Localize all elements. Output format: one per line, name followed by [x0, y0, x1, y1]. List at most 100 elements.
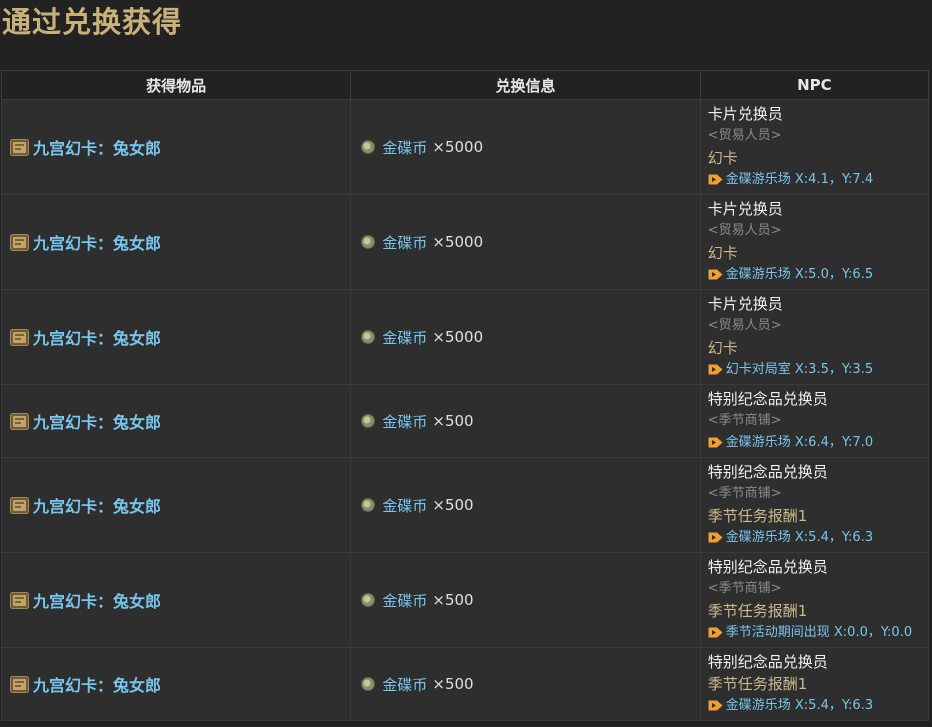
exchange-cell: 金碟币 ×500 [350, 552, 701, 648]
card-item-icon [10, 412, 29, 430]
column-header-npc: NPC [699, 70, 930, 100]
npc-location-link[interactable]: 幻卡对局室 X:3.5，Y:3.5 [708, 359, 928, 381]
gold-coin-icon [361, 140, 376, 154]
npc-name-link[interactable]: 特别纪念品兑换员 [708, 556, 928, 578]
npc-location-text: 季节活动期间出现 X:0.0，Y:0.0 [725, 624, 913, 640]
map-marker-tag-icon [708, 269, 723, 280]
npc-location-link[interactable]: 金碟游乐场 X:6.4，Y:7.0 [708, 432, 928, 454]
column-header-exchange: 兑换信息 [350, 70, 701, 100]
exchange-amount: ×500 [432, 496, 474, 514]
exchange-cell: 金碟币 ×5000 [350, 99, 701, 195]
currency-link[interactable]: 金碟币 [382, 495, 427, 516]
exchange-cell: 金碟币 ×500 [350, 384, 701, 458]
table-row: 九宫幻卡：兔女郎 金碟币 ×5000 卡片兑换员 <贸易人员> 幻卡 [0, 99, 930, 195]
npc-shop-category: 季节任务报酬1 [707, 506, 808, 525]
npc-shop-category: 季节任务报酬1 [707, 601, 808, 620]
currency-link[interactable]: 金碟币 [382, 411, 427, 432]
gold-coin-icon [361, 414, 376, 428]
card-item-icon [10, 328, 29, 346]
card-item-icon [10, 138, 29, 156]
npc-cell: 特别纪念品兑换员 <季节商铺> 金碟游乐场 X:6.4，Y:7.0 [699, 384, 930, 458]
map-marker-tag-icon [708, 627, 723, 638]
npc-role: <季节商铺> [707, 485, 782, 501]
currency-link[interactable]: 金碟币 [382, 590, 427, 611]
currency-link[interactable]: 金碟币 [382, 137, 427, 158]
npc-role: <季节商铺> [707, 580, 782, 596]
npc-location-link[interactable]: 金碟游乐场 X:5.4，Y:6.3 [708, 527, 928, 549]
table-row: 九宫幻卡：兔女郎 金碟币 ×500 特别纪念品兑换员 季节任务报酬1 金碟游乐场… [0, 647, 930, 721]
item-cell: 九宫幻卡：兔女郎 [0, 384, 352, 458]
item-link[interactable]: 九宫幻卡：兔女郎 [33, 409, 161, 433]
npc-location-text: 金碟游乐场 X:6.4，Y:7.0 [725, 434, 874, 450]
npc-location-text: 金碟游乐场 X:5.4，Y:6.3 [725, 697, 874, 713]
npc-location-link[interactable]: 金碟游乐场 X:5.4，Y:6.3 [708, 695, 928, 717]
npc-name-link[interactable]: 卡片兑换员 [708, 198, 928, 220]
npc-name-link[interactable]: 特别纪念品兑换员 [708, 651, 928, 673]
npc-location-text: 幻卡对局室 X:3.5，Y:3.5 [725, 361, 874, 377]
currency-link[interactable]: 金碟币 [382, 327, 427, 348]
card-item-icon [10, 591, 29, 609]
map-marker-tag-icon [708, 364, 723, 375]
card-item-icon [10, 496, 29, 514]
item-cell: 九宫幻卡：兔女郎 [0, 99, 352, 195]
npc-shop-category: 幻卡 [707, 338, 738, 357]
exchange-amount: ×5000 [432, 328, 484, 346]
npc-name-link[interactable]: 特别纪念品兑换员 [708, 461, 928, 483]
npc-location-link[interactable]: 金碟游乐场 X:5.0，Y:6.5 [708, 264, 928, 286]
map-marker-tag-icon [708, 532, 723, 543]
table-row: 九宫幻卡：兔女郎 金碟币 ×500 特别纪念品兑换员 <季节商铺> 季节任务报酬… [0, 457, 930, 553]
exchange-amount: ×5000 [432, 233, 484, 251]
map-marker-tag-icon [708, 437, 723, 448]
npc-cell: 卡片兑换员 <贸易人员> 幻卡 金碟游乐场 X:5.0，Y:6.5 [699, 194, 930, 290]
gold-coin-icon [361, 235, 376, 249]
item-link[interactable]: 九宫幻卡：兔女郎 [33, 230, 161, 254]
table-row: 九宫幻卡：兔女郎 金碟币 ×500 特别纪念品兑换员 <季节商铺> 金碟游乐场 … [0, 384, 930, 458]
card-item-icon [10, 675, 29, 693]
card-item-icon [10, 233, 29, 251]
item-link[interactable]: 九宫幻卡：兔女郎 [33, 672, 161, 696]
npc-cell: 特别纪念品兑换员 季节任务报酬1 金碟游乐场 X:5.4，Y:6.3 [699, 647, 930, 721]
item-cell: 九宫幻卡：兔女郎 [0, 457, 352, 553]
npc-location-text: 金碟游乐场 X:5.4，Y:6.3 [725, 529, 874, 545]
exchange-cell: 金碟币 ×500 [350, 457, 701, 553]
npc-location-link[interactable]: 季节活动期间出现 X:0.0，Y:0.0 [708, 622, 928, 644]
gold-coin-icon [361, 677, 376, 691]
item-link[interactable]: 九宫幻卡：兔女郎 [33, 588, 161, 612]
exchange-table: 获得物品 兑换信息 NPC 九宫幻卡：兔女郎 金碟币 ×5000 卡片兑换员 <… [0, 70, 930, 721]
item-link[interactable]: 九宫幻卡：兔女郎 [33, 493, 161, 517]
npc-location-text: 金碟游乐场 X:4.1，Y:7.4 [725, 171, 874, 187]
table-header-row: 获得物品 兑换信息 NPC [0, 70, 930, 100]
npc-location-text: 金碟游乐场 X:5.0，Y:6.5 [725, 266, 874, 282]
npc-location-link[interactable]: 金碟游乐场 X:4.1，Y:7.4 [708, 169, 928, 191]
npc-name-link[interactable]: 卡片兑换员 [708, 103, 928, 125]
exchange-amount: ×500 [432, 591, 474, 609]
exchange-amount: ×5000 [432, 138, 484, 156]
page-title: 通过兑换获得 [2, 5, 183, 39]
npc-shop-category: 幻卡 [707, 148, 738, 167]
npc-cell: 卡片兑换员 <贸易人员> 幻卡 幻卡对局室 X:3.5，Y:3.5 [699, 289, 930, 385]
item-link[interactable]: 九宫幻卡：兔女郎 [33, 325, 161, 349]
item-cell: 九宫幻卡：兔女郎 [0, 647, 352, 721]
currency-link[interactable]: 金碟币 [382, 232, 427, 253]
npc-name-link[interactable]: 卡片兑换员 [708, 293, 928, 315]
table-row: 九宫幻卡：兔女郎 金碟币 ×5000 卡片兑换员 <贸易人员> 幻卡 [0, 289, 930, 385]
column-header-item: 获得物品 [0, 70, 352, 100]
item-cell: 九宫幻卡：兔女郎 [0, 289, 352, 385]
npc-name-link[interactable]: 特别纪念品兑换员 [708, 388, 928, 410]
gold-coin-icon [361, 330, 376, 344]
exchange-amount: ×500 [432, 675, 474, 693]
npc-cell: 特别纪念品兑换员 <季节商铺> 季节任务报酬1 金碟游乐场 X:5.4，Y:6.… [699, 457, 930, 553]
exchange-cell: 金碟币 ×5000 [350, 289, 701, 385]
currency-link[interactable]: 金碟币 [382, 674, 427, 695]
item-cell: 九宫幻卡：兔女郎 [0, 194, 352, 290]
map-marker-tag-icon [708, 700, 723, 711]
exchange-cell: 金碟币 ×500 [350, 647, 701, 721]
gold-coin-icon [361, 593, 376, 607]
npc-shop-category: 幻卡 [707, 243, 738, 262]
gold-coin-icon [361, 498, 376, 512]
npc-role: <贸易人员> [707, 317, 782, 333]
npc-role: <贸易人员> [707, 127, 782, 143]
exchange-cell: 金碟币 ×5000 [350, 194, 701, 290]
npc-cell: 卡片兑换员 <贸易人员> 幻卡 金碟游乐场 X:4.1，Y:7.4 [699, 99, 930, 195]
item-link[interactable]: 九宫幻卡：兔女郎 [33, 135, 161, 159]
